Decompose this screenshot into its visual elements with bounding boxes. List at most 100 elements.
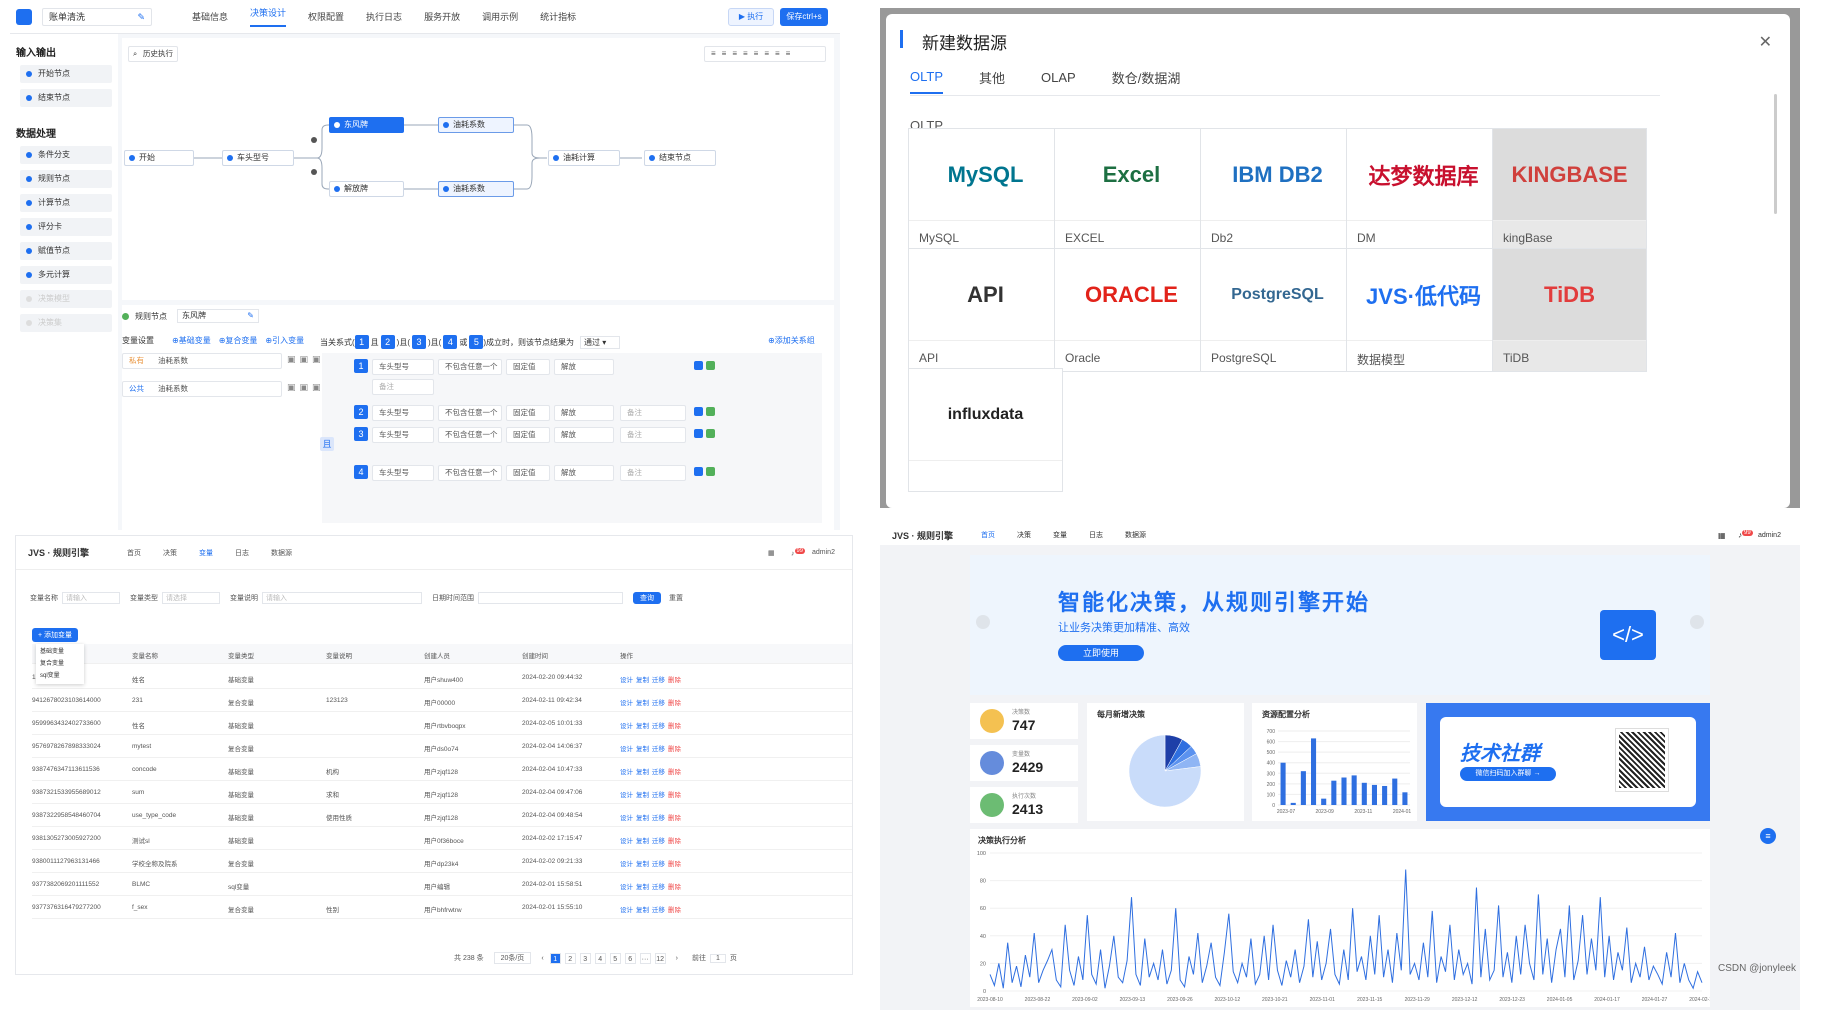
add-condition-icon[interactable] (694, 429, 703, 438)
nav-datasource[interactable]: 数据源 (271, 548, 292, 558)
table-row[interactable]: 9412678023103614000 231 复合变量 123123 用户00000 2… (32, 689, 852, 712)
palette-calc[interactable]: 计算节点 (20, 194, 112, 212)
row-action-move[interactable]: 迁移 (652, 766, 665, 776)
datasource-card-api[interactable]: API API (908, 248, 1063, 372)
tab-olap[interactable]: OLAP (1041, 70, 1076, 93)
page-button[interactable]: ··· (639, 952, 651, 964)
condition-value-input[interactable]: 解放 (554, 405, 614, 421)
datasource-card-mysql[interactable]: MySQL MySQL (908, 128, 1063, 252)
result-select[interactable]: 通过 ▾ (580, 335, 620, 349)
tab-example[interactable]: 调用示例 (482, 10, 518, 23)
user-name[interactable]: admin2 (1758, 532, 1781, 539)
nav-log[interactable]: 日志 (235, 548, 249, 558)
page-button[interactable]: 12 (654, 952, 666, 964)
name-input[interactable]: 请输入 (62, 592, 120, 604)
tab-design[interactable]: 决策设计 (250, 6, 287, 27)
nav-home[interactable]: 首页 (981, 530, 995, 540)
page-button[interactable]: 5 (609, 952, 621, 964)
node-cheh[interactable]: 车头型号 (222, 150, 294, 166)
row-action-move[interactable]: 迁移 (652, 743, 665, 753)
row-action-copy[interactable]: 复制 (636, 697, 649, 707)
remove-condition-icon[interactable] (706, 467, 715, 476)
table-row[interactable]: 1763978299272姓名基础变量用户shuw4002024-02-20 0… (32, 666, 852, 689)
node-start[interactable]: 开始 (124, 150, 194, 166)
node-haoyou-2[interactable]: 油耗系数 (438, 181, 514, 197)
bar[interactable] (1321, 798, 1327, 805)
page-button[interactable]: 1 (549, 952, 561, 964)
table-row[interactable]: 9387476347113611536 concode 基础变量 机构 用户zjqf12… (32, 758, 852, 781)
row-action-delete[interactable]: 删除 (668, 812, 681, 822)
node-dongfeng[interactable]: 东风牌 (329, 117, 404, 133)
add-complex-var[interactable]: ⊕复合变量 (219, 335, 258, 346)
row-action-move[interactable]: 迁移 (652, 858, 665, 868)
datasource-card-kingbase[interactable]: KINGBASE kingBase (1492, 128, 1647, 252)
goto-input[interactable]: 1 (710, 953, 726, 963)
flow-canvas[interactable]: ⌕ 历史执行 ≡≡≡≡≡≡≡≡ 开始 车头型号 东风牌 解放牌 油耗系数 油耗系数… (122, 38, 834, 300)
row-action-design[interactable]: 设计 (620, 743, 633, 753)
row-action-design[interactable]: 设计 (620, 789, 633, 799)
apps-icon[interactable]: ▦ (768, 549, 775, 557)
row-action-delete[interactable]: 删除 (668, 835, 681, 845)
remove-condition-icon[interactable] (706, 429, 715, 438)
bar[interactable] (1361, 782, 1367, 805)
datasource-card-oracle[interactable]: ORACLE Oracle (1054, 248, 1209, 372)
row-action-copy[interactable]: 复制 (636, 835, 649, 845)
join-group-button[interactable]: 微信扫码加入群聊 → (1460, 767, 1556, 781)
row-action-design[interactable]: 设计 (620, 904, 633, 914)
edit-icon[interactable]: ✎ (137, 9, 145, 25)
row-action-design[interactable]: 设计 (620, 881, 633, 891)
tab-stats[interactable]: 统计指标 (540, 10, 576, 23)
bar[interactable] (1300, 771, 1306, 805)
condition-type-select[interactable]: 固定值 (506, 405, 550, 421)
row-action-design[interactable]: 设计 (620, 858, 633, 868)
bar[interactable] (1341, 777, 1347, 805)
row-action-copy[interactable]: 复制 (636, 674, 649, 684)
table-row[interactable]: 9576978267898333024 mytest 复合变量 用户ds0o74 202… (32, 735, 852, 758)
condition-note-input[interactable]: 备注 (620, 465, 686, 481)
edit-icon[interactable]: ✎ (247, 310, 254, 322)
condition-field-select[interactable]: 车头型号 (372, 359, 434, 375)
nav-decision[interactable]: 决策 (1017, 530, 1031, 540)
node-calc[interactable]: 油耗计算 (548, 150, 620, 166)
tab-basic[interactable]: 基础信息 (192, 10, 228, 23)
rule-name-field[interactable]: 东风牌 ✎ (177, 309, 259, 323)
menu-fab-icon[interactable]: ≡ (1760, 828, 1776, 844)
bar[interactable] (1351, 775, 1357, 805)
table-row[interactable]: 9380011127963131466 学校全称及院系 复合变量 用户dp23k4 20… (32, 850, 852, 873)
palette-multi[interactable]: 多元计算 (20, 266, 112, 284)
condition-operator-select[interactable]: 不包含任意一个 (438, 465, 502, 481)
start-button[interactable]: 立即使用 (1058, 645, 1144, 661)
add-condition-icon[interactable] (694, 407, 703, 416)
page-button[interactable]: 2 (564, 952, 576, 964)
next-slide-icon[interactable] (1690, 615, 1704, 629)
line-series[interactable] (989, 869, 1703, 990)
add-variable-button[interactable]: + 添加变量 (32, 628, 79, 642)
condition-field-select[interactable]: 车头型号 (372, 405, 434, 421)
menu-complex[interactable]: 复合变量 (40, 658, 80, 670)
table-row[interactable]: 9387322958548460704 use_type_code 基础变量 使用性质… (32, 804, 852, 827)
datasource-card-[interactable]: JVS·低代码 数据模型 (1346, 248, 1501, 372)
tab-permission[interactable]: 权限配置 (308, 10, 344, 23)
bar[interactable] (1392, 778, 1398, 805)
row-action-copy[interactable]: 复制 (636, 812, 649, 822)
condition-operator-select[interactable]: 不包含任意一个 (438, 359, 502, 375)
page-button[interactable]: 4 (594, 952, 606, 964)
add-condition-icon[interactable] (694, 467, 703, 476)
bar[interactable] (1280, 762, 1286, 805)
row-action-delete[interactable]: 删除 (668, 720, 681, 730)
tab-service[interactable]: 服务开放 (424, 10, 460, 23)
page-size-select[interactable]: 20条/页 (493, 952, 532, 964)
bar[interactable] (1402, 792, 1408, 805)
palette-score[interactable]: 评分卡 (20, 218, 112, 236)
row-action-move[interactable]: 迁移 (652, 674, 665, 684)
palette-rule[interactable]: 规则节点 (20, 170, 112, 188)
next-page-icon[interactable]: › (676, 955, 678, 962)
user-name[interactable]: admin2 (812, 549, 835, 556)
save-button[interactable]: 保存ctrl+s (780, 8, 828, 26)
add-relation-group[interactable]: ⊕添加关系组 (768, 335, 815, 346)
row-action-copy[interactable]: 复制 (636, 904, 649, 914)
row-action-move[interactable]: 迁移 (652, 835, 665, 845)
table-row[interactable]: 9377376316479277200 f_sex 复合变量 性别 用户bhfrwtrw… (32, 896, 852, 919)
condition-type-select[interactable]: 固定值 (506, 427, 550, 443)
row-action-move[interactable]: 迁移 (652, 881, 665, 891)
